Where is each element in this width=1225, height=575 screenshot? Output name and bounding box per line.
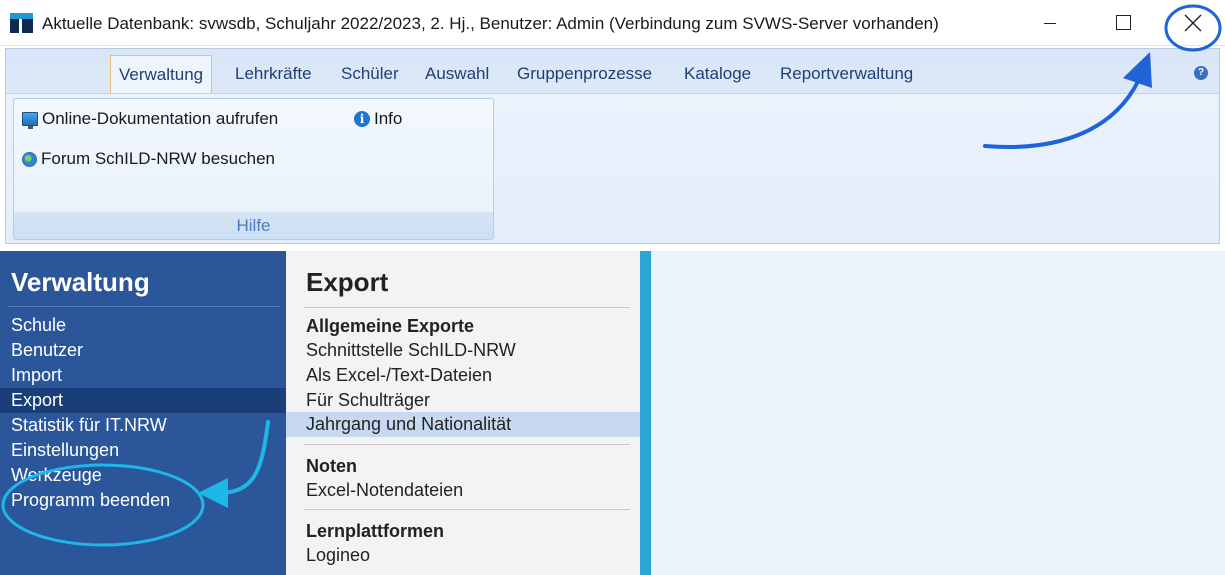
- export-jahrgang-nationalitaet[interactable]: Jahrgang und Nationalität: [286, 412, 640, 437]
- info-button[interactable]: i Info: [354, 109, 402, 129]
- forum-button[interactable]: Forum SchILD-NRW besuchen: [22, 149, 275, 169]
- nav-item-werkzeuge[interactable]: Werkzeuge: [0, 463, 286, 488]
- ribbon-panel: Online-Dokumentation aufrufen i Info For…: [6, 93, 1219, 243]
- online-doku-button[interactable]: Online-Dokumentation aufrufen: [22, 109, 278, 129]
- tab-auswahl[interactable]: Auswahl: [417, 55, 497, 93]
- tab-gruppenprozesse[interactable]: Gruppenprozesse: [509, 55, 660, 93]
- section-noten: Noten: [306, 456, 357, 476]
- monitor-icon: [22, 112, 38, 129]
- lernplattformen-separator: [304, 509, 630, 510]
- export-excel-text[interactable]: Als Excel-/Text-Dateien: [286, 363, 640, 388]
- info-label: Info: [374, 109, 403, 128]
- tab-schueler[interactable]: Schüler: [333, 55, 407, 93]
- schild-app-icon[interactable]: [10, 13, 33, 33]
- export-schnittstelle-schild[interactable]: Schnittstelle SchILD-NRW: [286, 338, 640, 363]
- panel-scrollbar[interactable]: [640, 251, 651, 575]
- tab-verwaltung[interactable]: Verwaltung: [110, 55, 213, 93]
- tab-reportverwaltung[interactable]: Reportverwaltung: [772, 55, 921, 93]
- section-lernplattformen: Lernplattformen: [306, 521, 445, 541]
- left-nav: Verwaltung Schule Benutzer Import Export…: [0, 251, 286, 575]
- tab-lehrkraefte[interactable]: Lehrkräfte: [227, 55, 320, 93]
- tab-kataloge[interactable]: Kataloge: [676, 55, 759, 93]
- nav-item-einstellungen[interactable]: Einstellungen: [0, 438, 286, 463]
- ribbon: Verwaltung Lehrkräfte Schüler Auswahl Gr…: [5, 48, 1220, 244]
- online-doku-label: Online-Dokumentation aufrufen: [42, 109, 279, 128]
- nav-item-schule[interactable]: Schule: [0, 313, 286, 338]
- minimize-button[interactable]: [1027, 0, 1073, 46]
- nav-item-benutzer[interactable]: Benutzer: [0, 338, 286, 363]
- title-bar: Aktuelle Datenbank: svwsdb, Schuljahr 20…: [0, 0, 1225, 46]
- export-heading: Export: [306, 267, 389, 297]
- globe-icon: [22, 151, 37, 167]
- nav-item-export[interactable]: Export: [0, 388, 286, 413]
- export-separator: [304, 307, 630, 308]
- nav-separator: [8, 306, 280, 307]
- info-icon: i: [354, 111, 370, 127]
- noten-separator: [304, 444, 630, 445]
- export-schultraeger[interactable]: Für Schulträger: [286, 388, 640, 413]
- export-logineo[interactable]: Logineo: [286, 543, 640, 568]
- nav-item-import[interactable]: Import: [0, 363, 286, 388]
- nav-item-statistik[interactable]: Statistik für IT.NRW: [0, 413, 286, 438]
- nav-item-programm-beenden[interactable]: Programm beenden: [0, 488, 286, 513]
- content-area: [651, 251, 1225, 575]
- export-excel-noten[interactable]: Excel-Notendateien: [286, 478, 640, 503]
- group-label-hilfe: Hilfe: [14, 212, 493, 239]
- forum-label: Forum SchILD-NRW besuchen: [41, 149, 275, 168]
- close-button[interactable]: [1170, 0, 1216, 46]
- ribbon-group-hilfe: Online-Dokumentation aufrufen i Info For…: [13, 98, 494, 240]
- window-title: Aktuelle Datenbank: svwsdb, Schuljahr 20…: [42, 14, 939, 33]
- close-icon: [1184, 14, 1202, 32]
- nav-heading: Verwaltung: [11, 267, 150, 297]
- section-allgemeine-exporte: Allgemeine Exporte: [306, 316, 475, 336]
- export-panel: Export Allgemeine Exporte Schnittstelle …: [286, 251, 640, 575]
- help-icon[interactable]: ?: [1194, 66, 1208, 80]
- maximize-button[interactable]: [1100, 0, 1146, 46]
